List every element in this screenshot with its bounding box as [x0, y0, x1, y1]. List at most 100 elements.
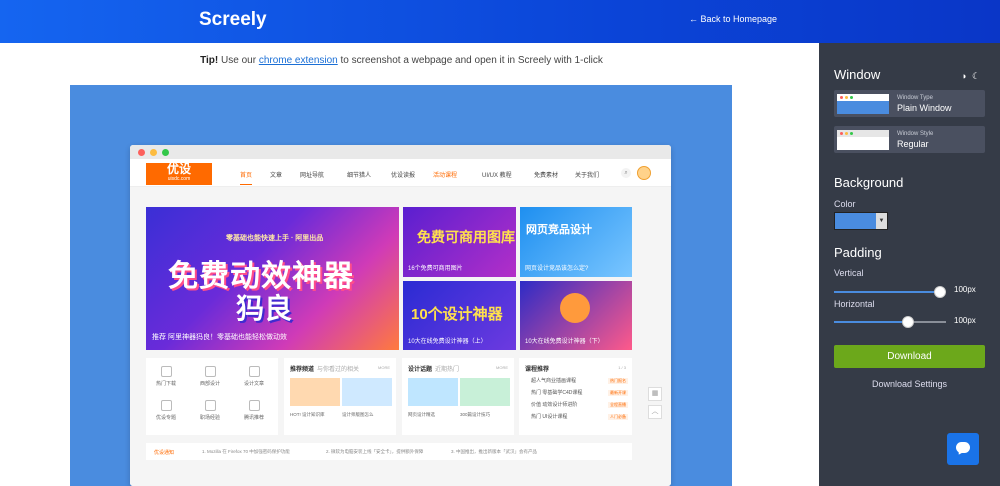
category-item: 职场经验 [194, 400, 226, 421]
notice-item: 2. 微软为电脑安装上线「安全卡」，提供额外保障 [326, 449, 424, 454]
window-heading: Window [834, 67, 881, 82]
horizontal-slider[interactable] [834, 316, 946, 328]
tile-caption: 16个免费可商用图片 [408, 266, 463, 272]
site-nav-item: 免费素材 [534, 173, 559, 179]
course-tag: 人门必备 [608, 414, 628, 420]
window-style-option[interactable]: Window Style Regular [834, 126, 985, 153]
vertical-slider[interactable] [834, 286, 946, 298]
thumbnail-caption: HOT! 设计知识库 [290, 412, 325, 417]
horizontal-label: Horizontal [834, 299, 875, 309]
card-subtitle: 与你看过的相关 [317, 367, 360, 373]
color-picker[interactable]: ▼ [834, 212, 888, 230]
briefcase-icon [204, 400, 216, 411]
course-tag: 热门报名 [608, 378, 628, 384]
tip-bold: Tip! [200, 55, 219, 66]
site-nav-item: 细节猎人 [347, 173, 372, 179]
site-avatar [637, 166, 651, 180]
slider-thumb[interactable] [902, 316, 914, 328]
feature-tile: 免费可商用图库 16个免费可商用图片 [403, 207, 516, 277]
hero-line3: 犸良 [236, 293, 293, 324]
card-title-text: 设计话题 [408, 367, 433, 373]
document-icon [204, 366, 216, 377]
topic-card: 设计话题 近期热门 MORE 网页设计精选 300篇设计技巧 [402, 358, 514, 435]
dark-mode-icon[interactable]: ☾ [972, 71, 980, 81]
tile-caption: 网页设计竞品该怎么定? [525, 266, 589, 272]
preview-dot-icon [850, 132, 853, 135]
course-item: 超人气商业插画课程 [531, 378, 577, 384]
chevron-down-icon: ▼ [876, 213, 887, 229]
thumbnail-image [408, 378, 458, 406]
chrome-extension-link[interactable]: chrome extension [259, 55, 338, 66]
category-item: 热门下载 [150, 366, 182, 387]
minimize-dot-icon [150, 149, 157, 156]
hero-line1: 零基础也能快速上手 · 阿里出品 [226, 235, 324, 242]
tile-caption: 10大在线免费设计神器（上） [408, 339, 487, 345]
download-settings-link[interactable]: Download Settings [819, 379, 1000, 389]
monitor-icon [248, 400, 260, 411]
site-nav: 优设 uisdc.com 首页 文章 网址导航 细节猎人 优设读报 活动课程 U… [130, 159, 671, 187]
padding-heading: Padding [834, 245, 882, 260]
site-logo-text: 优设 [166, 162, 191, 176]
back-to-homepage-link[interactable]: ← Back to Homepage [689, 14, 777, 24]
card-pager: 1 / 3 [618, 365, 626, 370]
slider-fill [834, 291, 940, 293]
background-heading: Background [834, 175, 904, 190]
download-icon [160, 366, 172, 377]
site-logo: 优设 uisdc.com [146, 163, 212, 185]
qr-code-icon: ▦ [648, 387, 662, 401]
horizontal-value: 100px [954, 316, 976, 325]
browser-window-mockup: 优设 uisdc.com 首页 文章 网址导航 细节猎人 优设读报 活动课程 U… [130, 145, 671, 486]
app-logo[interactable]: Screely [199, 9, 267, 31]
category-card: 热门下载 西部设计 设计文章 优设专题 职场经验 腾讯推荐 [146, 358, 278, 435]
hero-banner: 零基础也能快速上手 · 阿里出品 免费动效神器 犸良 推荐 阿里神器犸良！零基础… [146, 207, 399, 350]
course-item: 热门 零基础学C4D课程 [531, 390, 583, 396]
course-card: 课程推荐 1 / 3 超人气商业插画课程 热门 零基础学C4D课程 价值 动效设… [519, 358, 632, 435]
window-type-option[interactable]: Window Type Plain Window [834, 90, 985, 117]
window-type-label: Window Type [897, 95, 933, 101]
topic-icon [160, 400, 172, 411]
course-item: 热门 UI设计课程 [531, 414, 568, 420]
category-label: 热门下载 [155, 381, 176, 387]
preview-dot-icon [845, 132, 848, 135]
recommend-card: 推荐频道 与你看过的相关 MORE HOT! 设计知识库 设计师版图怎么 [284, 358, 396, 435]
site-nav-item: 活动课程 [433, 173, 458, 179]
thumbnail-caption: 设计师版图怎么 [342, 412, 374, 417]
thumbnail-image [290, 378, 340, 406]
preview-fill [837, 101, 889, 114]
course-tag: 最新开课 [608, 390, 628, 396]
category-label: 职场经验 [199, 415, 220, 421]
download-button[interactable]: Download [834, 345, 985, 368]
thumbnail-caption: 网页设计精选 [408, 412, 435, 417]
thumbnail-image [342, 378, 392, 406]
site-content: 零基础也能快速上手 · 阿里出品 免费动效神器 犸良 推荐 阿里神器犸良！零基础… [130, 187, 671, 486]
card-title: 推荐频道 与你看过的相关 [290, 364, 359, 373]
preview-dot-icon [850, 96, 853, 99]
site-nav-item: 文章 [270, 173, 283, 179]
card-title: 课程推荐 [525, 364, 549, 373]
category-label: 设计文章 [243, 381, 264, 387]
course-item: 价值 动效设计师进阶 [531, 402, 578, 408]
back-to-top-icon: ︿ [648, 405, 662, 419]
site-nav-item: 网址导航 [300, 173, 325, 179]
chat-button[interactable] [947, 433, 979, 465]
site-nav-item: 关于我们 [575, 173, 600, 179]
site-nav-item: UI/UX 教程 [482, 173, 512, 179]
preview-bar [837, 130, 889, 137]
settings-panel: Window ◑ ☾ Window Type Plain Window Wind… [819, 43, 1000, 486]
slider-thumb[interactable] [934, 286, 946, 298]
notice-label: 优设通知 [154, 450, 175, 456]
feature-tile: 10大在线免费设计神器（下） [520, 281, 632, 350]
preview-dot-icon [840, 132, 843, 135]
main-area: Tip! Use our chrome extension to screens… [0, 43, 819, 486]
category-label: 西部设计 [199, 381, 220, 387]
close-dot-icon [138, 149, 145, 156]
tile-title: 网页竞品设计 [526, 224, 592, 236]
preview-dot-icon [845, 96, 848, 99]
feature-tile: 网页竞品设计 网页设计竞品该怎么定? [520, 207, 632, 277]
article-icon [248, 366, 260, 377]
window-style-value: Regular [897, 139, 929, 149]
light-mode-icon[interactable]: ◑ [961, 71, 966, 81]
category-item: 优设专题 [150, 400, 182, 421]
window-style-label: Window Style [897, 131, 934, 137]
color-label: Color [834, 199, 856, 209]
